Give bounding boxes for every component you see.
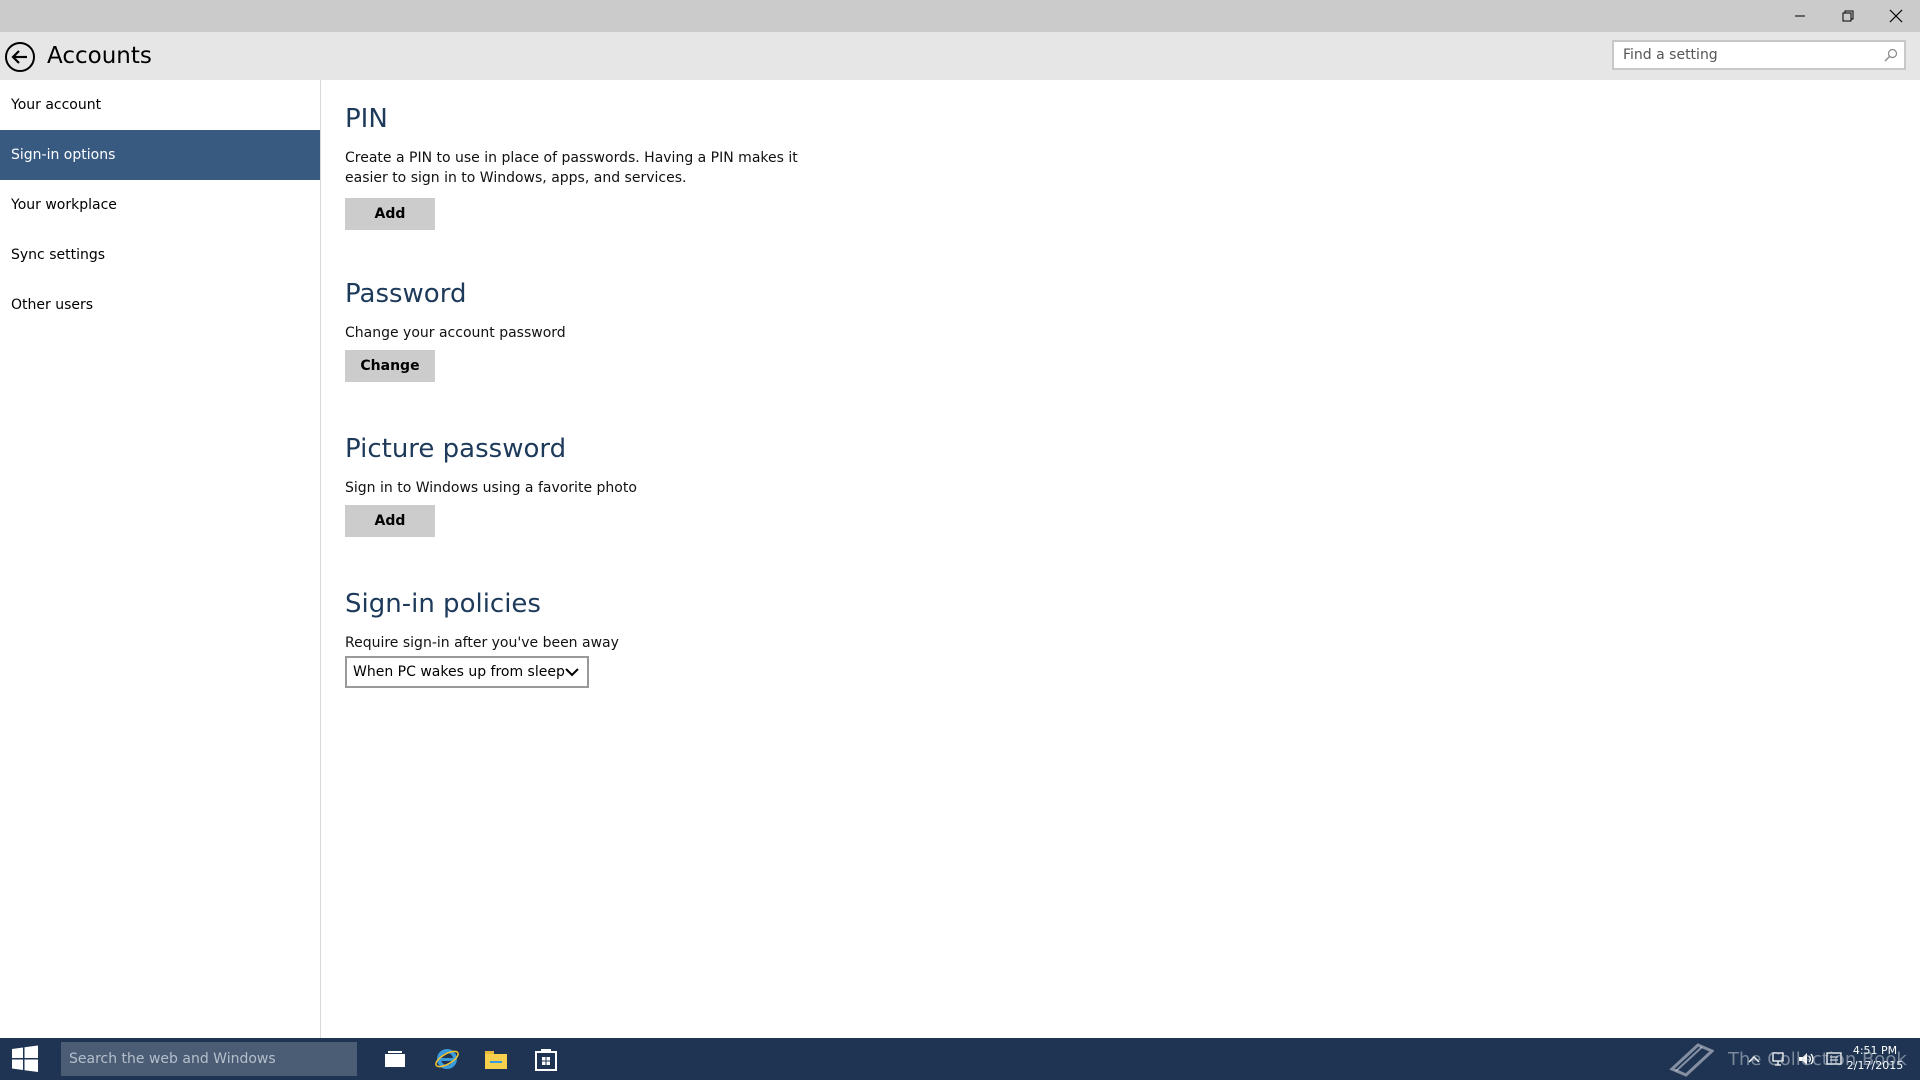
store-button[interactable] [531, 1044, 561, 1074]
back-arrow-icon [5, 42, 35, 72]
picture-password-add-button[interactable]: Add [345, 505, 435, 537]
pin-add-button[interactable]: Add [345, 198, 435, 230]
restore-button[interactable] [1824, 0, 1872, 32]
sign-in-policy-dropdown[interactable]: When PC wakes up from sleep [345, 656, 589, 688]
title-bar [0, 0, 1920, 32]
minimize-button[interactable] [1776, 0, 1824, 32]
internet-explorer-icon [435, 1049, 459, 1069]
pin-section: PIN Create a PIN to use in place of pass… [345, 102, 805, 230]
restore-icon [1842, 10, 1854, 22]
file-explorer-button[interactable] [481, 1044, 511, 1074]
settings-header: Accounts [0, 32, 1920, 80]
pin-heading: PIN [345, 104, 388, 134]
password-description: Change your account password [345, 325, 566, 341]
show-hidden-icons-icon[interactable] [1748, 1054, 1760, 1064]
action-center-icon[interactable] [1826, 1051, 1842, 1067]
sidebar-item-your-account[interactable]: Your account [0, 80, 320, 130]
taskbar-clock[interactable]: 4:51 PM 2/17/2015 [1845, 1043, 1905, 1073]
clock-time: 4:51 PM [1852, 1044, 1898, 1057]
pin-description: Create a PIN to use in place of password… [345, 150, 798, 186]
system-tray [1748, 1038, 1842, 1080]
dropdown-selected-value: When PC wakes up from sleep [353, 664, 565, 680]
close-button[interactable] [1872, 0, 1920, 32]
sign-in-policies-label: Require sign-in after you've been away [345, 635, 619, 651]
password-change-button[interactable]: Change [345, 350, 435, 382]
password-heading: Password [345, 279, 467, 309]
page-title: Accounts [47, 43, 152, 69]
picture-password-heading: Picture password [345, 434, 567, 464]
clock-date: 2/17/2015 [1846, 1059, 1904, 1072]
sign-in-policies-heading: Sign-in policies [345, 589, 541, 619]
taskbar-search-box[interactable] [61, 1042, 357, 1076]
internet-explorer-button[interactable] [432, 1044, 462, 1074]
sidebar-item-your-workplace[interactable]: Your workplace [0, 180, 320, 230]
back-button[interactable] [4, 41, 36, 73]
close-icon [1889, 9, 1903, 23]
sidebar-item-sign-in-options[interactable]: Sign-in options [0, 130, 320, 180]
sidebar-item-sync-settings[interactable]: Sync settings [0, 230, 320, 280]
task-view-icon [385, 1051, 405, 1067]
task-view-button[interactable] [380, 1044, 410, 1074]
password-section: Password Change your account password Ch… [345, 277, 805, 382]
start-button[interactable] [0, 1038, 50, 1080]
search-input[interactable] [1614, 42, 1873, 68]
taskbar-search-input[interactable] [61, 1042, 357, 1076]
find-setting-box[interactable] [1612, 40, 1906, 70]
windows-logo-icon [12, 1045, 38, 1072]
folder-icon [485, 1051, 507, 1069]
picture-password-section: Picture password Sign in to Windows usin… [345, 432, 805, 537]
network-icon[interactable] [1772, 1051, 1788, 1067]
taskbar: 4:51 PM 2/17/2015 [0, 1038, 1920, 1080]
volume-icon[interactable] [1798, 1051, 1816, 1067]
store-icon [535, 1049, 557, 1071]
sidebar-item-other-users[interactable]: Other users [0, 280, 320, 330]
sidebar: Your account Sign-in options Your workpl… [0, 80, 321, 1038]
chevron-down-icon [565, 668, 579, 677]
minimize-icon [1795, 15, 1805, 17]
sign-in-policies-section: Sign-in policies Require sign-in after y… [345, 587, 805, 688]
picture-password-description: Sign in to Windows using a favorite phot… [345, 480, 637, 496]
search-icon [1884, 48, 1898, 62]
